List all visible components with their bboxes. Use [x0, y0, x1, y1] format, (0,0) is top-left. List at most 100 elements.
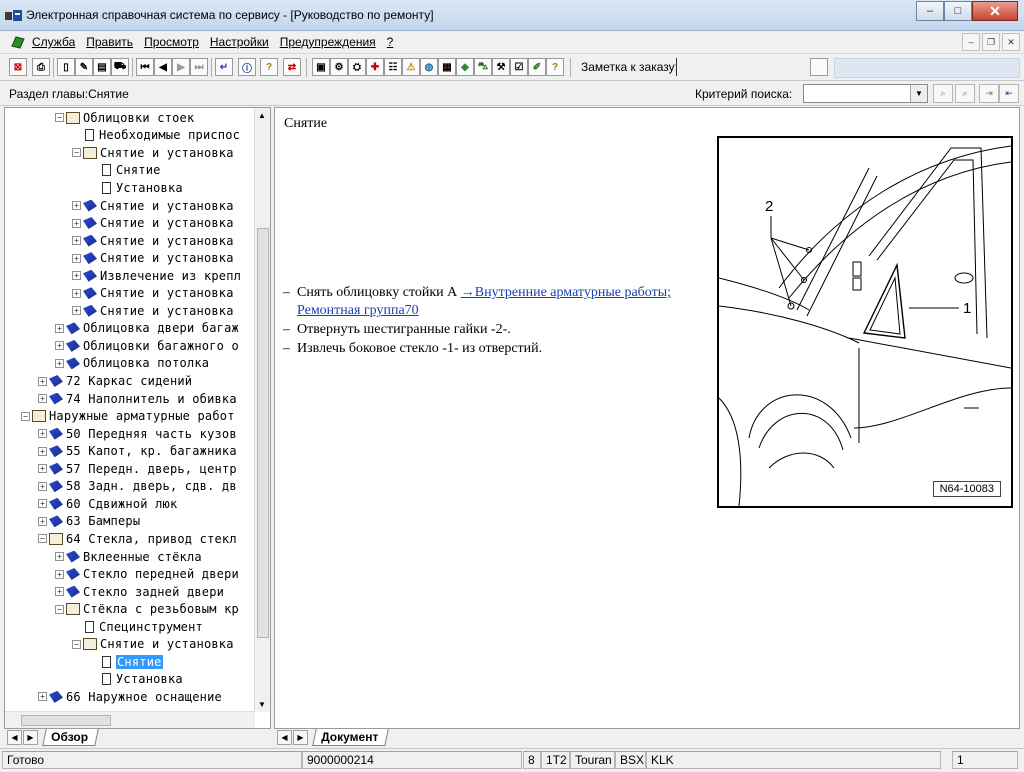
tree-item[interactable]: − Снятие и установка: [72, 144, 234, 162]
tree-item[interactable]: − Стёкла с резьбовым кр: [55, 600, 239, 618]
expand-node-icon[interactable]: +: [55, 569, 64, 579]
tree-item[interactable]: + Снятие и установка: [72, 214, 234, 232]
gearbox-icon[interactable]: ⛭: [348, 58, 366, 76]
help-icon[interactable]: ?: [260, 58, 278, 76]
last-page-icon[interactable]: ⏭: [190, 58, 208, 76]
maximize-button[interactable]: □: [944, 1, 972, 21]
collapse-node-icon[interactable]: −: [55, 604, 64, 614]
tree-item[interactable]: Необходимые приспос: [72, 127, 240, 145]
order-note-input[interactable]: [676, 58, 678, 76]
book-icon[interactable]: ▣: [312, 58, 330, 76]
tree-item[interactable]: Снятие: [89, 162, 161, 180]
tab-overview[interactable]: Обзор: [42, 729, 99, 746]
tree-item[interactable]: +57 Передн. дверь, центр: [38, 460, 237, 478]
menu-help[interactable]: ?: [387, 35, 394, 49]
mdi-restore-button[interactable]: ❐: [982, 33, 1000, 51]
tree-item[interactable]: + Извлечение из крепл: [72, 267, 241, 285]
tree-item[interactable]: +58 Задн. дверь, сдв. дв: [38, 478, 237, 496]
bookmark-icon[interactable]: ◆: [456, 58, 474, 76]
print-icon[interactable]: ⎙: [32, 58, 50, 76]
tree-item[interactable]: Установка: [89, 179, 183, 197]
scroll-thumb[interactable]: [257, 228, 269, 638]
tree-item[interactable]: Специнструмент: [72, 618, 203, 636]
table-icon[interactable]: ☷: [384, 58, 402, 76]
next-page-icon[interactable]: ▶: [172, 58, 190, 76]
globe-icon[interactable]: ◍: [420, 58, 438, 76]
order-note-button[interactable]: [810, 58, 828, 76]
expand-node-icon[interactable]: +: [38, 516, 47, 526]
navigation-tree[interactable]: − Облицовки стоек Необходимые приспос − Снят…: [5, 108, 255, 712]
mdi-minimize-button[interactable]: –: [962, 33, 980, 51]
expand-node-icon[interactable]: +: [72, 236, 81, 246]
expand-node-icon[interactable]: +: [55, 323, 64, 333]
expand-node-icon[interactable]: +: [72, 288, 81, 298]
tree-item[interactable]: Установка: [89, 671, 183, 689]
expand-node-icon[interactable]: +: [55, 358, 64, 368]
search-back-icon[interactable]: ⌕: [955, 84, 975, 103]
collapse-icon[interactable]: ⇥: [979, 84, 999, 103]
context-help-icon[interactable]: ?: [546, 58, 564, 76]
expand-node-icon[interactable]: +: [72, 306, 81, 316]
car-icon[interactable]: ⛍: [474, 58, 492, 76]
expand-icon[interactable]: ⇤: [999, 84, 1019, 103]
scroll-up-icon[interactable]: ▲: [258, 111, 266, 120]
hscroll-thumb[interactable]: [21, 715, 111, 726]
expand-node-icon[interactable]: +: [38, 376, 47, 386]
back-link-icon[interactable]: ↵: [215, 58, 233, 76]
close-button[interactable]: ✕: [972, 1, 1018, 21]
expand-node-icon[interactable]: +: [55, 587, 64, 597]
expand-node-icon[interactable]: +: [38, 499, 47, 509]
menu-settings[interactable]: Настройки: [210, 35, 269, 49]
engine-icon[interactable]: ⚙: [330, 58, 348, 76]
collapse-node-icon[interactable]: −: [72, 148, 81, 158]
sync-icon[interactable]: ⇄: [283, 58, 301, 76]
tree-item[interactable]: + Снятие и установка: [72, 232, 234, 250]
collapse-node-icon[interactable]: −: [55, 113, 64, 123]
expand-node-icon[interactable]: +: [55, 341, 64, 351]
edit-note-icon[interactable]: ✎: [75, 58, 93, 76]
expand-node-icon[interactable]: +: [38, 394, 47, 404]
menu-warnings[interactable]: Предупреждения: [280, 35, 376, 49]
expand-node-icon[interactable]: +: [72, 253, 81, 263]
expand-node-icon[interactable]: +: [38, 446, 47, 456]
tree-item[interactable]: − Облицовки стоек: [55, 109, 194, 127]
tree-item[interactable]: + Стекло задней двери: [55, 583, 224, 601]
exit-icon[interactable]: ⊠: [9, 58, 27, 76]
menu-edit[interactable]: Править: [86, 35, 133, 49]
expand-node-icon[interactable]: +: [38, 692, 47, 702]
chevron-down-icon[interactable]: ▼: [910, 85, 927, 102]
tree-item[interactable]: + Снятие и установка: [72, 302, 234, 320]
vehicle-icon[interactable]: ⛟: [111, 58, 129, 76]
checklist-icon[interactable]: ☑: [510, 58, 528, 76]
expand-node-icon[interactable]: +: [72, 218, 81, 228]
prev-page-icon[interactable]: ◀: [154, 58, 172, 76]
tools-icon[interactable]: ✚: [366, 58, 384, 76]
collapse-node-icon[interactable]: −: [21, 411, 30, 421]
tree-item[interactable]: Снятие: [89, 653, 163, 671]
tree-item[interactable]: − Снятие и установка: [72, 636, 234, 654]
tree-item[interactable]: + Снятие и установка: [72, 197, 234, 215]
tree-item[interactable]: + Облицовка потолка: [55, 355, 209, 373]
tree-item[interactable]: +55 Капот, кр. багажника: [38, 442, 237, 460]
expand-node-icon[interactable]: +: [72, 271, 81, 281]
document-list-icon[interactable]: ▤: [93, 58, 111, 76]
mdi-close-button[interactable]: ✕: [1002, 33, 1020, 51]
expand-node-icon[interactable]: +: [38, 481, 47, 491]
tree-horizontal-scrollbar[interactable]: [5, 711, 255, 728]
tree-item[interactable]: + Вклеенные стёкла: [55, 548, 202, 566]
doc-tab-prev-icon[interactable]: ◀: [277, 730, 292, 745]
expand-node-icon[interactable]: +: [72, 201, 81, 210]
collapse-node-icon[interactable]: −: [38, 534, 47, 544]
tree-item[interactable]: +72 Каркас сидений: [38, 372, 192, 390]
tree-item[interactable]: +74 Наполнитель и обивка: [38, 390, 237, 408]
tab-document[interactable]: Документ: [312, 729, 390, 746]
warning-icon[interactable]: ⚠: [402, 58, 420, 76]
tree-item[interactable]: +66 Наружное оснащение: [38, 688, 222, 706]
collapse-node-icon[interactable]: −: [72, 639, 81, 649]
tree-vertical-scrollbar[interactable]: ▲ ▼: [254, 108, 270, 712]
tab-next-icon[interactable]: ▶: [23, 730, 38, 745]
save-icon[interactable]: ▦: [438, 58, 456, 76]
tree-item[interactable]: +60 Сдвижной люк: [38, 495, 177, 513]
menu-view[interactable]: Просмотр: [144, 35, 199, 49]
notes-icon[interactable]: ✐: [528, 58, 546, 76]
